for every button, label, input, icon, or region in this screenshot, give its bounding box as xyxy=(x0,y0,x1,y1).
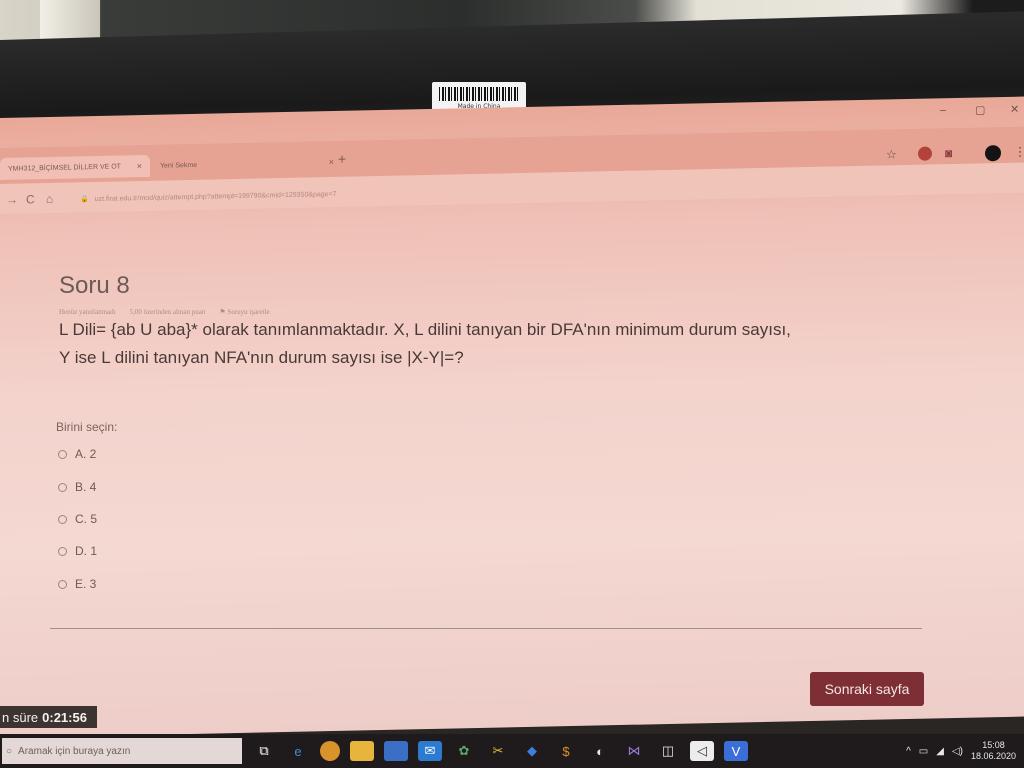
radio-button[interactable] xyxy=(58,449,67,459)
status-text: Henüz yanıtlanmadı xyxy=(59,308,116,316)
tool-icon[interactable]: ✂ xyxy=(486,741,510,761)
app-icon[interactable]: ◐ xyxy=(588,741,612,761)
cube-icon[interactable]: ◆ xyxy=(520,741,544,761)
app-icon[interactable]: $ xyxy=(554,741,578,761)
battery-icon[interactable]: ▭ xyxy=(919,746,928,757)
chrome-icon[interactable] xyxy=(320,741,340,761)
choose-prompt: Birini seçin: xyxy=(56,420,118,434)
question-line-1: L Dili= {ab U aba}* olarak tanımlanmakta… xyxy=(59,320,791,339)
divider xyxy=(50,628,922,629)
points-text: 5,00 üzerinden alınan puan xyxy=(129,308,206,316)
timer-label: n süre xyxy=(2,709,39,725)
timer-value: 0:21:56 xyxy=(42,709,87,725)
flag-question-link[interactable]: ⚑ Soruyu işaretle xyxy=(219,308,269,316)
question-text: L Dili= {ab U aba}* olarak tanımlanmakta… xyxy=(59,316,959,372)
edge-icon[interactable]: e xyxy=(286,741,310,761)
taskbar-search[interactable]: ○ Aramak için buraya yazın xyxy=(2,738,242,764)
clock-time: 15:08 xyxy=(982,740,1005,750)
radio-button[interactable] xyxy=(58,579,67,589)
app-icon[interactable]: ◁ xyxy=(690,741,714,761)
next-page-button[interactable]: Sonraki sayfa xyxy=(810,672,924,706)
option-b[interactable]: B. 4 xyxy=(58,480,96,494)
network-icon[interactable]: ◢ xyxy=(936,746,944,757)
clock[interactable]: 15:08 18.06.2020 xyxy=(971,740,1016,762)
system-tray: ^ ▭ ◢ ◁) 15:08 18.06.2020 xyxy=(906,740,1016,762)
chevron-up-icon[interactable]: ^ xyxy=(906,746,911,757)
radio-button[interactable] xyxy=(58,482,67,492)
search-placeholder: Aramak için buraya yazın xyxy=(18,745,131,757)
quiz-timer: n süre 0:21:56 xyxy=(0,706,97,728)
search-icon: ○ xyxy=(6,745,13,757)
option-e[interactable]: E. 3 xyxy=(58,577,96,591)
task-view-icon[interactable]: ⧉ xyxy=(252,741,276,761)
quiz-content: Soru 8 Henüz yanıtlanmadı 5,00 üzerinden… xyxy=(0,0,1024,706)
option-d[interactable]: D. 1 xyxy=(58,544,97,558)
question-title: Soru 8 xyxy=(59,272,130,299)
mail-icon[interactable]: ✉ xyxy=(418,741,442,761)
question-line-2: Y ise L dilini tanıyan NFA'nın durum say… xyxy=(59,348,464,367)
clock-date: 18.06.2020 xyxy=(970,751,1016,761)
taskbar: ○ Aramak için buraya yazın ⧉ e ✉ ✿ ✂ ◆ $… xyxy=(0,734,1024,768)
app-icon[interactable]: V xyxy=(724,741,748,761)
store-icon[interactable] xyxy=(384,741,408,761)
app-icon[interactable]: ◫ xyxy=(656,741,680,761)
question-info: Henüz yanıtlanmadı 5,00 üzerinden alınan… xyxy=(59,308,270,316)
radio-button[interactable] xyxy=(58,546,67,556)
radio-button[interactable] xyxy=(58,514,67,524)
file-explorer-icon[interactable] xyxy=(350,741,374,761)
option-c[interactable]: C. 5 xyxy=(58,512,97,526)
app-icon[interactable]: ✿ xyxy=(452,741,476,761)
option-a[interactable]: A. 2 xyxy=(58,447,96,461)
volume-icon[interactable]: ◁) xyxy=(952,746,963,757)
visual-studio-icon[interactable]: ⋈ xyxy=(622,741,646,761)
